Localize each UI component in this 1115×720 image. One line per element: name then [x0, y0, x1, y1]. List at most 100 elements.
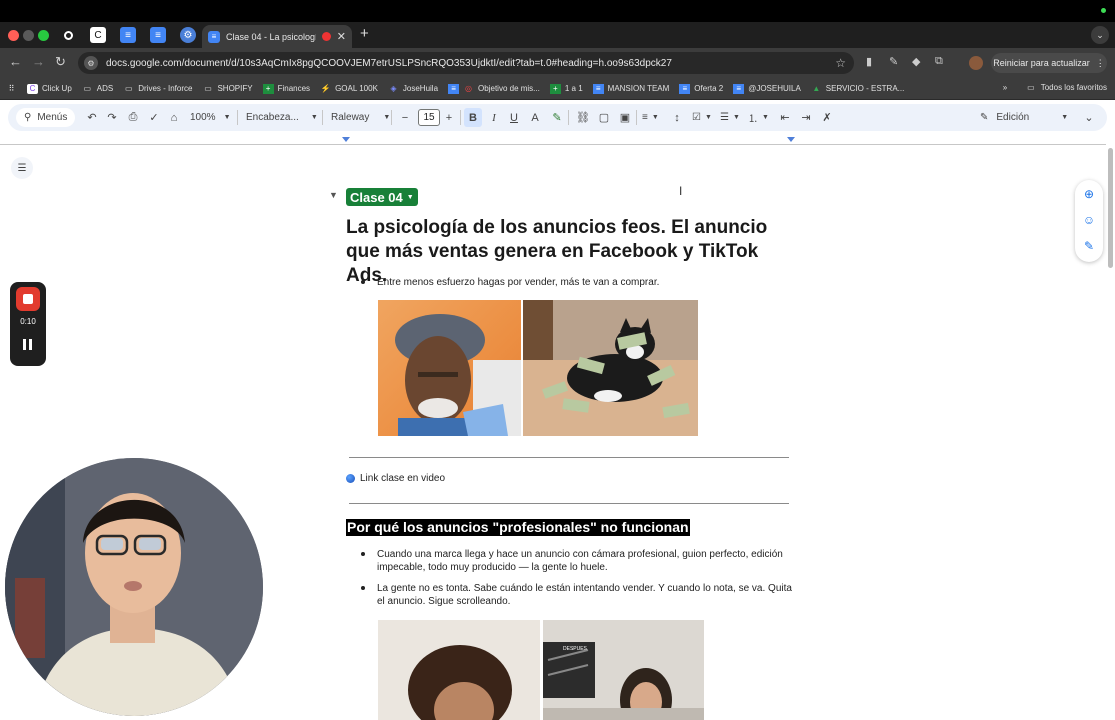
divider	[568, 110, 569, 125]
presenter-webcam-image	[5, 458, 263, 716]
comment-icon[interactable]: ▢	[595, 108, 613, 127]
url-text[interactable]: docs.google.com/document/d/10s3AqCmIx8pg…	[106, 58, 672, 69]
bookmark-folder[interactable]: ▭ SHOPIFY	[202, 84, 252, 94]
omnibox[interactable]: ⚙ docs.google.com/document/d/10s3AqCmIx8…	[78, 52, 854, 74]
minimize-window-icon[interactable]	[23, 30, 34, 41]
bookmark-item[interactable]: +1 a 1	[549, 83, 583, 94]
tab-settings-icon[interactable]: ⚙	[180, 27, 196, 43]
bookmarks-bar: ⠿ C Click Up ▭ ADS ▭ Drives - Inforce ▭ SHOP…	[0, 78, 1115, 100]
style-value: Encabeza...	[246, 112, 299, 123]
all-bookmarks-label[interactable]: Todos los favoritos	[1041, 83, 1107, 92]
tab-docs-icon[interactable]: ≡	[150, 27, 166, 43]
bookmark-item[interactable]: ≡ @JOSEHUILA	[733, 83, 801, 94]
print-icon[interactable]: ⎙	[124, 108, 142, 127]
line-spacing-icon[interactable]: ↕	[668, 108, 686, 127]
spellcheck-icon[interactable]: ✓	[145, 108, 163, 127]
video-link[interactable]: Link clase en video	[346, 473, 445, 484]
underline-icon[interactable]: U	[505, 108, 523, 127]
bookmark-label: Oferta 2	[694, 84, 724, 93]
mode-select[interactable]: ✎ Edición ▼	[980, 108, 1068, 127]
stop-recording-button[interactable]	[16, 287, 40, 311]
collapse-heading-icon[interactable]: ▼	[329, 190, 338, 200]
update-button[interactable]: Reiniciar para actualizar ⋮	[991, 53, 1107, 73]
bookmark-item[interactable]: + Finances	[262, 83, 310, 94]
docs-icon: ≡	[679, 83, 691, 94]
bookmark-item[interactable]: ≡ MANSION TEAM	[592, 83, 669, 94]
increase-font-size-icon[interactable]: +	[440, 108, 458, 127]
pause-icon[interactable]	[23, 339, 33, 350]
bookmark-folder[interactable]: ▭ Drives - Inforce	[123, 84, 193, 94]
menus-search[interactable]: ⚲ Menús	[16, 108, 76, 127]
suggest-edit-icon[interactable]: ✎	[1082, 239, 1096, 253]
target-icon: ◎	[465, 84, 473, 93]
chip-label: Clase 04	[350, 189, 403, 205]
paint-format-icon[interactable]: ⌂	[165, 108, 183, 127]
reload-icon[interactable]: ↻	[55, 54, 66, 70]
tab-active[interactable]: ≡ Clase 04 - La psicología d ✕	[202, 25, 352, 48]
scrollbar[interactable]	[1108, 148, 1113, 268]
pen-extension-icon[interactable]: ✎	[889, 55, 903, 69]
image-icon[interactable]: ▣	[616, 108, 634, 127]
add-comment-icon[interactable]: ⊕	[1082, 187, 1096, 201]
font-select[interactable]: Raleway ▼	[331, 108, 390, 127]
bookmark-folder[interactable]: ▭ ADS	[82, 84, 114, 94]
bookmark-item[interactable]: ◈ JoseHuila	[388, 84, 438, 94]
numbered-list-select[interactable]: ⒈ ▼	[748, 108, 769, 127]
italic-icon[interactable]: I	[485, 108, 503, 127]
example-image-woman-after[interactable]: DESPUES	[543, 620, 704, 720]
folder-icon: ▭	[1027, 83, 1035, 92]
tab-clickup-icon[interactable]: C	[90, 27, 106, 43]
bold-icon[interactable]: B	[464, 108, 482, 127]
clear-formatting-icon[interactable]: ✗	[818, 108, 836, 127]
align-select[interactable]: ≡ ▼	[642, 108, 659, 127]
bookmark-star-icon[interactable]: ☆	[835, 56, 846, 70]
font-size-input[interactable]: 15	[418, 109, 440, 126]
bookmark-item[interactable]: ⚡ GOAL 100K	[320, 84, 378, 94]
text-color-icon[interactable]: A	[526, 108, 544, 127]
emoji-reaction-icon[interactable]: ☺	[1082, 213, 1096, 227]
meme-image-cat-money[interactable]	[523, 300, 698, 436]
tab-record-icon[interactable]	[60, 27, 76, 43]
collapse-toolbar-icon[interactable]: ⌄	[1080, 108, 1098, 127]
close-window-icon[interactable]	[8, 30, 19, 41]
woman-illustration	[378, 620, 540, 720]
undo-icon[interactable]: ↶	[83, 108, 101, 127]
left-indent-marker[interactable]	[342, 137, 350, 142]
increase-indent-icon[interactable]: ⇥	[797, 108, 815, 127]
checklist-select[interactable]: ☑ ▼	[692, 108, 712, 127]
close-tab-icon[interactable]: ✕	[337, 30, 346, 43]
link-icon[interactable]: ⛓	[574, 108, 592, 127]
redo-icon[interactable]: ↷	[103, 108, 121, 127]
heading-chip[interactable]: Clase 04 ▼	[346, 188, 418, 206]
bookmark-item[interactable]: ≡ Oferta 2	[679, 83, 724, 94]
zoom-select[interactable]: 100% ▼	[190, 108, 231, 127]
highlight-icon[interactable]: ✎	[548, 108, 566, 127]
tab-docs-icon[interactable]: ≡	[120, 27, 136, 43]
docs-extension-icon[interactable]: ▮	[866, 55, 880, 69]
new-tab-icon[interactable]: +	[360, 25, 369, 42]
outline-toggle-icon[interactable]: ☰	[11, 157, 33, 179]
decrease-font-size-icon[interactable]: −	[396, 108, 414, 127]
tab-search-icon[interactable]: ⌄	[1091, 26, 1109, 44]
right-indent-marker[interactable]	[787, 137, 795, 142]
bullet-list-select[interactable]: ☰ ▼	[720, 108, 740, 127]
example-image-woman-curly-hair[interactable]	[378, 620, 540, 720]
forward-icon[interactable]: →	[32, 54, 45, 69]
decrease-indent-icon[interactable]: ⇤	[776, 108, 794, 127]
site-info-icon[interactable]: ⚙	[84, 56, 98, 70]
back-icon[interactable]: ←	[9, 54, 22, 69]
profile-avatar[interactable]	[969, 56, 983, 70]
bookmark-item[interactable]: ▲ SERVICIO - ESTRA...	[811, 84, 904, 94]
bookmark-item[interactable]: C Click Up	[27, 83, 72, 94]
bookmark-item[interactable]: ≡ ◎ Objetivo de mis...	[448, 83, 540, 94]
section-heading: Por qué los anuncios "profesionales" no …	[346, 519, 690, 536]
extension-icon[interactable]: ◆	[912, 55, 926, 69]
more-bookmarks-icon[interactable]: »	[1003, 83, 1007, 92]
style-select[interactable]: Encabeza... ▼	[246, 108, 318, 127]
meme-image-person[interactable]	[378, 300, 521, 436]
divider	[636, 110, 637, 125]
puzzle-extensions-icon[interactable]: ⧉	[935, 55, 949, 69]
apps-icon[interactable]: ⠿	[6, 84, 17, 94]
bookmark-label: JoseHuila	[402, 84, 439, 93]
maximize-window-icon[interactable]	[38, 30, 49, 41]
